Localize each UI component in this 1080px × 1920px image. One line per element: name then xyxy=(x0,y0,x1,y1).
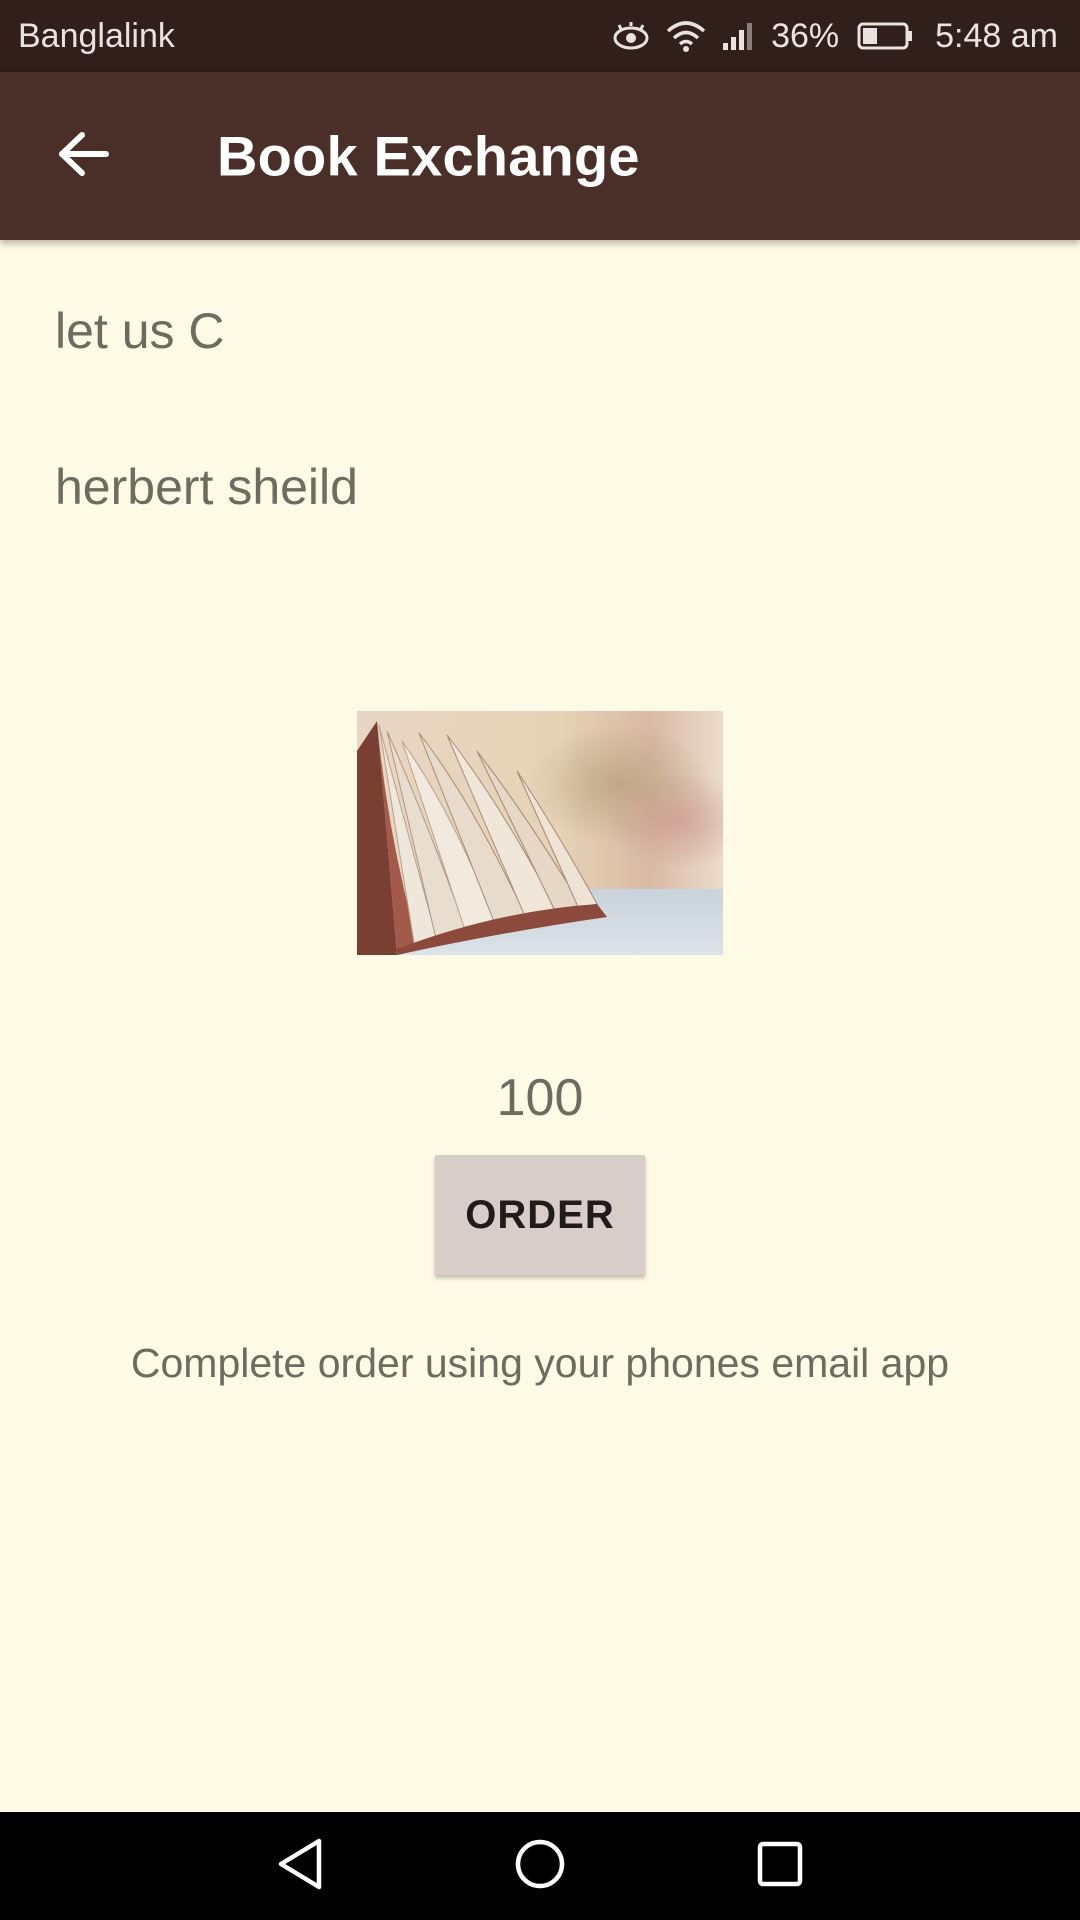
battery-icon xyxy=(857,21,915,51)
navigation-bar xyxy=(0,1812,1080,1920)
carrier-name: Banglalink xyxy=(18,16,175,55)
back-button[interactable] xyxy=(52,124,116,188)
eye-comfort-icon xyxy=(611,20,651,52)
nav-back-button[interactable] xyxy=(260,1826,340,1906)
battery-percent: 36% xyxy=(771,16,840,55)
book-title: let us C xyxy=(55,303,225,359)
page-title: Book Exchange xyxy=(217,124,640,188)
recents-square-icon xyxy=(755,1839,805,1894)
home-circle-icon xyxy=(513,1837,567,1896)
nav-recents-button[interactable] xyxy=(740,1826,820,1906)
app-bar: Book Exchange xyxy=(0,72,1080,240)
order-button[interactable]: ORDER xyxy=(435,1155,645,1275)
nav-home-button[interactable] xyxy=(500,1826,580,1906)
status-icons: 36% 5:48 am xyxy=(611,17,1058,56)
book-image xyxy=(357,711,723,955)
book-detail: let us C herbert sheild 100 ORDER Comple… xyxy=(0,240,1080,1812)
cell-signal-icon xyxy=(721,21,757,51)
status-bar: Banglalink 36% 5:48 am xyxy=(0,0,1080,72)
back-triangle-icon xyxy=(275,1837,325,1896)
order-hint: Complete order using your phones email a… xyxy=(130,1340,950,1386)
status-time: 5:48 am xyxy=(935,16,1058,55)
arrow-left-icon xyxy=(58,131,110,182)
wifi-icon xyxy=(665,19,707,53)
book-author: herbert sheild xyxy=(55,459,358,515)
book-price: 100 xyxy=(496,1069,584,1127)
